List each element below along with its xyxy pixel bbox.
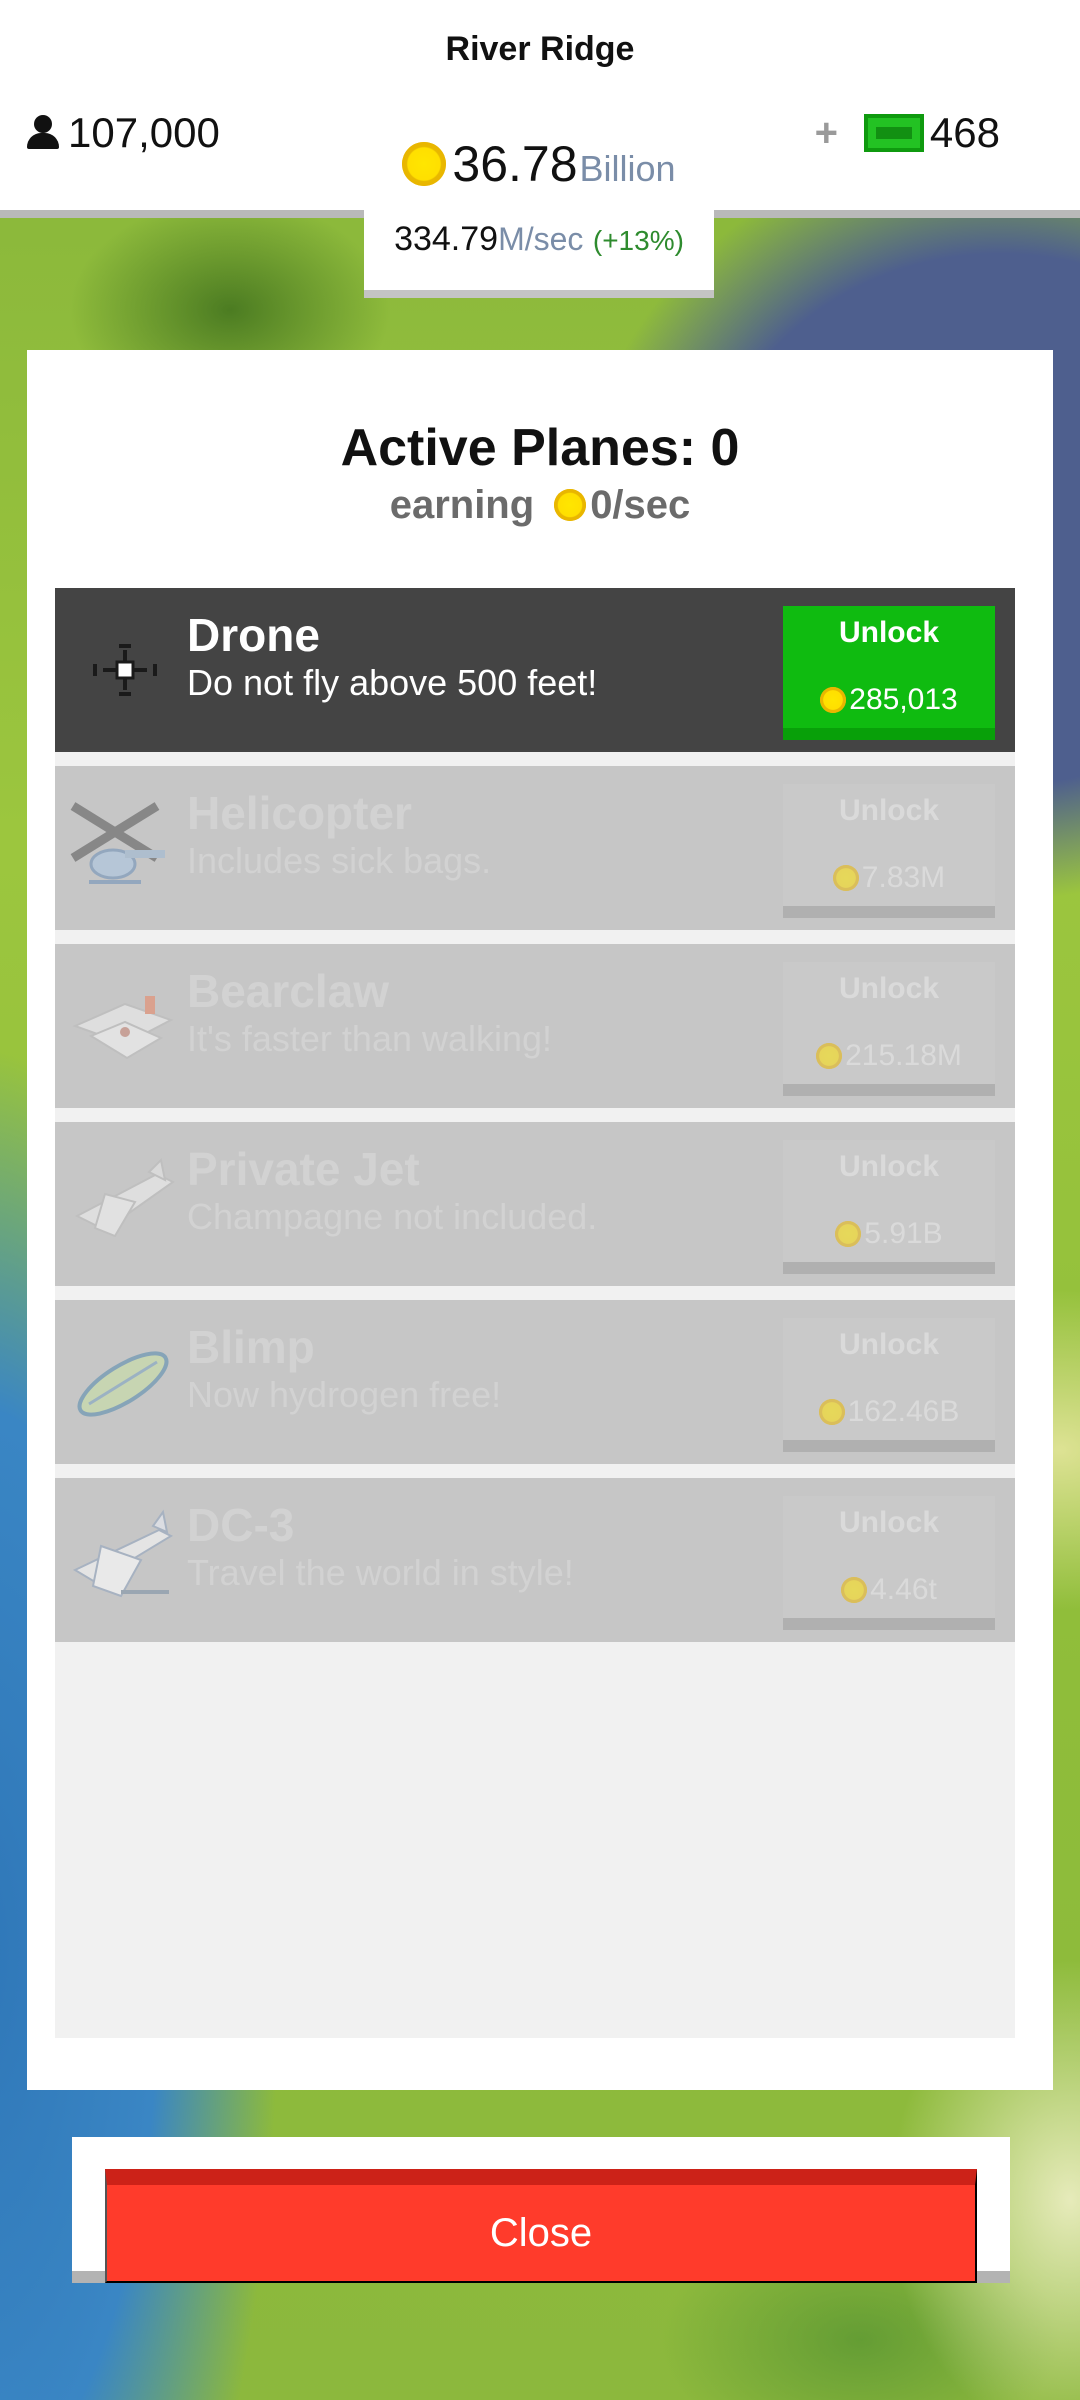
coin-icon [816,1043,843,1069]
town-name: River Ridge [445,30,635,68]
cash-counter: + 468 [815,108,1000,158]
plane-description: Champagne not included. [187,1196,598,1237]
unlock-price: 5.91B [783,1214,995,1254]
population-value: 107,000 [68,109,220,156]
coin-balance: 36.78 Billion [364,134,714,194]
coin-balance-unit: Billion [579,148,676,189]
unlock-label: Unlock [838,1150,940,1183]
plane-description: Do not fly above 500 feet! [187,662,598,703]
unlock-label: Unlock [838,972,940,1005]
unlock-price: 285,013 [783,680,995,720]
plane-row-bearclaw: Bearclaw It's faster than walking! Unloc… [55,944,1015,1108]
plane-row-blimp: Blimp Now hydrogen free! Unlock 162.46B [55,1300,1015,1464]
population-counter: 107,000 [26,108,220,158]
coin-balance-value: 36.78 [452,136,578,192]
unlock-price-value: 285,013 [849,683,958,716]
plane-name: DC-3 [187,1499,295,1551]
close-button-frame: Close [72,2137,1010,2283]
plane-description: Now hydrogen free! [187,1374,502,1415]
income-rate-value: 334.79 [394,220,499,258]
unlock-bearclaw-button[interactable]: Unlock 215.18M [783,962,995,1096]
unlock-price-value: 7.83M [861,861,946,894]
plane-row-drone: Drone Do not fly above 500 feet! Unlock … [55,588,1015,752]
unlock-price: 4.46t [783,1570,995,1610]
unlock-dc3-button[interactable]: Unlock 4.46t [783,1496,995,1630]
plane-description: It's faster than walking! [187,1018,553,1059]
unlock-price-value: 215.18M [845,1039,962,1072]
plane-row-dc3: DC-3 Travel the world in style! Unlock 4… [55,1478,1015,1642]
unlock-price: 162.46B [783,1392,995,1432]
money-display: 36.78 Billion 334.79M/sec (+13%) [364,120,714,298]
plane-name: Bearclaw [187,965,390,1017]
unlock-price-value: 162.46B [847,1395,960,1428]
cash-value: 468 [929,109,1000,156]
unlock-price-value: 5.91B [864,1217,943,1250]
unlock-label: Unlock [838,794,940,827]
bearclaw-plane-icon [72,996,174,1060]
coin-icon [841,1577,868,1603]
income-rate-unit: M/sec [498,221,584,257]
unlock-blimp-button[interactable]: Unlock 162.46B [783,1318,995,1452]
plane-name: Private Jet [187,1143,420,1195]
close-button[interactable]: Close [105,2169,977,2283]
plane-name: Helicopter [187,787,412,839]
coin-icon [818,1399,845,1425]
unlock-price-value: 4.46t [870,1573,937,1606]
earning-label: earning [389,482,535,527]
coin-icon [820,687,847,713]
private-jet-icon [74,1157,175,1238]
drone-icon [93,644,157,696]
plane-row-helicopter: Helicopter Includes sick bags. Unlock 7.… [55,766,1015,930]
coin-icon [554,489,587,521]
plane-name: Blimp [187,1321,315,1373]
plane-row-private-jet: Private Jet Champagne not included. Unlo… [55,1122,1015,1286]
plane-description: Includes sick bags. [187,840,492,881]
unlock-label: Unlock [838,1328,940,1361]
panel-title: Active Planes: 0 [340,419,740,477]
unlock-price: 215.18M [783,1036,995,1076]
helicopter-icon [70,802,165,884]
income-rate-boost: (+13%) [592,225,684,256]
person-icon [26,115,60,151]
plane-list[interactable]: Drone Do not fly above 500 feet! Unlock … [55,588,1015,2038]
earning-summary: earning 0/sec [27,480,1053,530]
earning-value: 0/sec [590,482,691,527]
unlock-label: Unlock [838,1506,940,1539]
add-cash-plus-icon[interactable]: + [815,111,838,156]
cash-icon[interactable] [863,114,924,152]
unlock-drone-button[interactable]: Unlock 285,013 [783,606,995,740]
income-rate: 334.79M/sec (+13%) [364,220,714,259]
plane-description: Travel the world in style! [187,1552,574,1593]
unlock-price: 7.83M [783,858,995,898]
unlock-private-jet-button[interactable]: Unlock 5.91B [783,1140,995,1274]
dc3-plane-icon [72,1509,174,1598]
unlock-label: Unlock [838,616,940,649]
plane-name: Drone [187,609,320,661]
coin-icon [835,1221,862,1247]
blimp-icon [77,1351,169,1417]
coin-icon [832,865,859,891]
coin-icon [402,142,447,186]
planes-panel: Active Planes: 0 earning 0/sec Drone Do … [27,350,1053,2090]
unlock-helicopter-button[interactable]: Unlock 7.83M [783,784,995,918]
